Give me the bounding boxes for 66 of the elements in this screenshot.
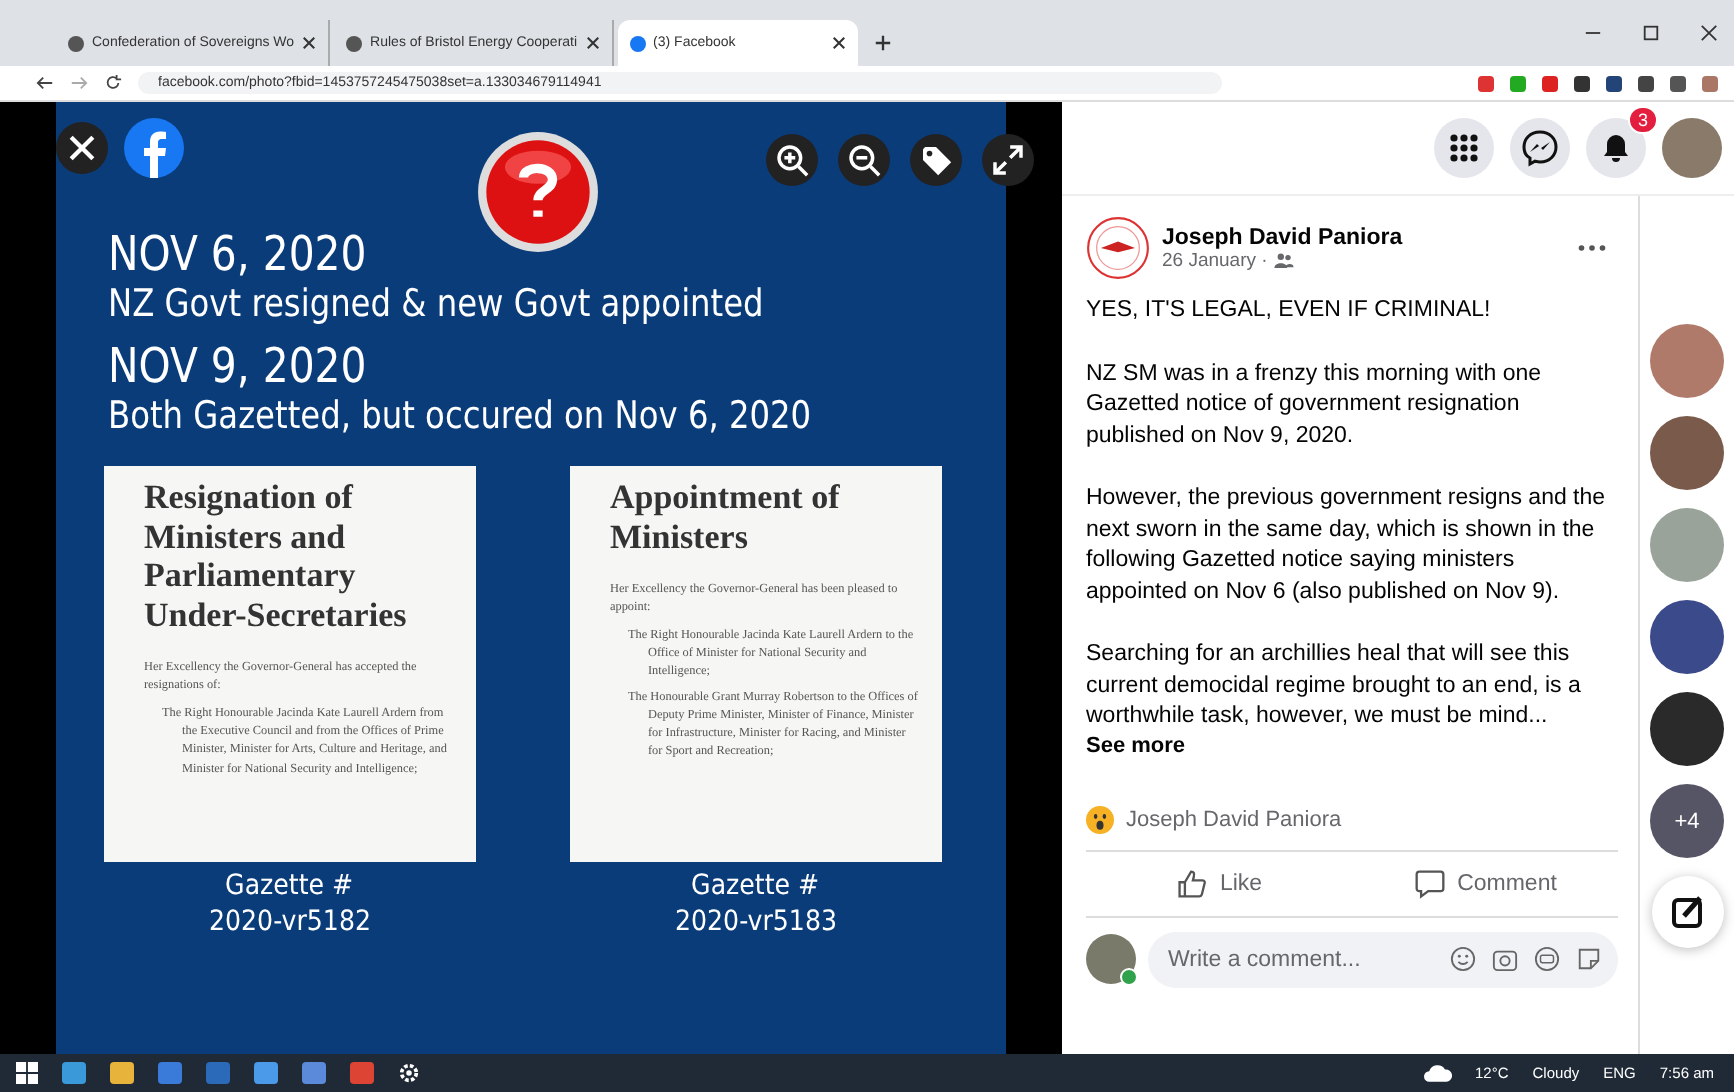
post-text: Searching for an archillies heal that will see this current democidal regime brought to an end, is a worthwhile task, however, we must be mind... (1086, 640, 1583, 732)
notice-title: Resignation of Ministers and Parliamentary Under-Secretaries (144, 478, 409, 635)
reaction-name[interactable]: Joseph David Paniora (1126, 807, 1342, 831)
taskbar-app-icon[interactable] (254, 1062, 278, 1084)
close-icon[interactable] (585, 36, 600, 50)
sticker-icon[interactable] (1576, 946, 1602, 972)
contact-avatar[interactable] (1650, 600, 1724, 674)
cloud-icon (1423, 1064, 1451, 1082)
photo-heading: NOV 9, 2020 (108, 338, 369, 394)
post-text: However, the previous government resigns and the next sworn in the same day, which is shown in the following Gazetted notice saying ministers appointed on Nov 6 (also published on Nov 9). (1086, 484, 1608, 607)
friends-icon (1273, 252, 1294, 268)
page-icon (629, 35, 646, 51)
photo-heading: NOV 6, 2020 (108, 226, 369, 282)
settings-icon[interactable] (398, 1062, 420, 1084)
reload-icon[interactable] (104, 74, 122, 92)
expand-icon[interactable] (982, 134, 1034, 186)
gazette-number: 2020-vr5183 (675, 906, 837, 938)
see-more-link[interactable]: See more (1086, 733, 1618, 757)
contact-avatar[interactable] (1650, 692, 1724, 766)
messenger-icon[interactable] (1510, 118, 1570, 178)
speech-bubble-icon (1413, 867, 1446, 899)
question-mark-icon (476, 130, 600, 254)
camera-icon[interactable] (1492, 946, 1518, 972)
wow-emoji-icon (1086, 805, 1114, 833)
page-icon (68, 35, 84, 51)
zoom-in-icon[interactable] (766, 134, 818, 186)
notification-count: 3 (1627, 106, 1658, 134)
more-contacts-avatar[interactable]: +4 (1650, 784, 1724, 858)
emoji-icon[interactable] (1450, 946, 1476, 972)
maximize-icon[interactable] (1642, 24, 1660, 42)
logo-icon[interactable] (124, 118, 184, 178)
tag-icon[interactable] (910, 134, 962, 186)
zoom-out-icon[interactable] (838, 134, 890, 186)
gazette-number: 2020-vr5182 (209, 906, 371, 938)
taskbar-app-icon[interactable] (350, 1062, 374, 1084)
close-icon[interactable] (56, 122, 108, 174)
profile-avatar[interactable] (1662, 118, 1722, 178)
gif-icon[interactable] (1534, 946, 1560, 972)
comment-field[interactable]: Write a comment... (1148, 931, 1618, 987)
close-icon[interactable] (831, 36, 846, 50)
page-icon (346, 35, 363, 51)
back-icon[interactable] (36, 74, 54, 92)
online-dot (1120, 968, 1138, 986)
post-text: YES, IT'S LEGAL, EVEN IF CRIMINAL! (1086, 296, 1493, 326)
emblem-icon (1086, 216, 1150, 280)
taskbar-app-icon[interactable] (110, 1062, 134, 1084)
taskbar-app-icon[interactable] (62, 1062, 86, 1084)
gazette-label: Gazette # (225, 870, 355, 902)
author-name[interactable]: Joseph David Paniora (1162, 225, 1566, 249)
photo-subheading: NZ Govt resigned & new Govt appointed (108, 282, 766, 326)
new-tab-icon[interactable] (873, 34, 892, 52)
thumbs-up-icon (1175, 867, 1208, 899)
photo-subheading: Both Gazetted, but occured on Nov 6, 2020 (108, 394, 814, 438)
gazette-label: Gazette # (691, 870, 821, 902)
action-button[interactable]: Comment (1352, 859, 1618, 907)
notice-title: Appointment of Ministers (610, 478, 842, 557)
action-button[interactable]: Like (1086, 859, 1352, 907)
windows-icon[interactable] (16, 1062, 38, 1084)
post-date[interactable]: 26 January · (1162, 249, 1268, 271)
contact-avatar[interactable] (1650, 416, 1724, 490)
more-icon[interactable] (1578, 244, 1606, 252)
close-icon[interactable] (1700, 24, 1718, 42)
taskbar-app-icon[interactable] (302, 1062, 326, 1084)
close-icon[interactable] (302, 36, 317, 50)
post-text: NZ SM was in a frenzy this morning with one Gazetted notice of government resignation published on Nov 9, 2020. (1086, 359, 1544, 451)
menu-icon[interactable] (1434, 118, 1494, 178)
